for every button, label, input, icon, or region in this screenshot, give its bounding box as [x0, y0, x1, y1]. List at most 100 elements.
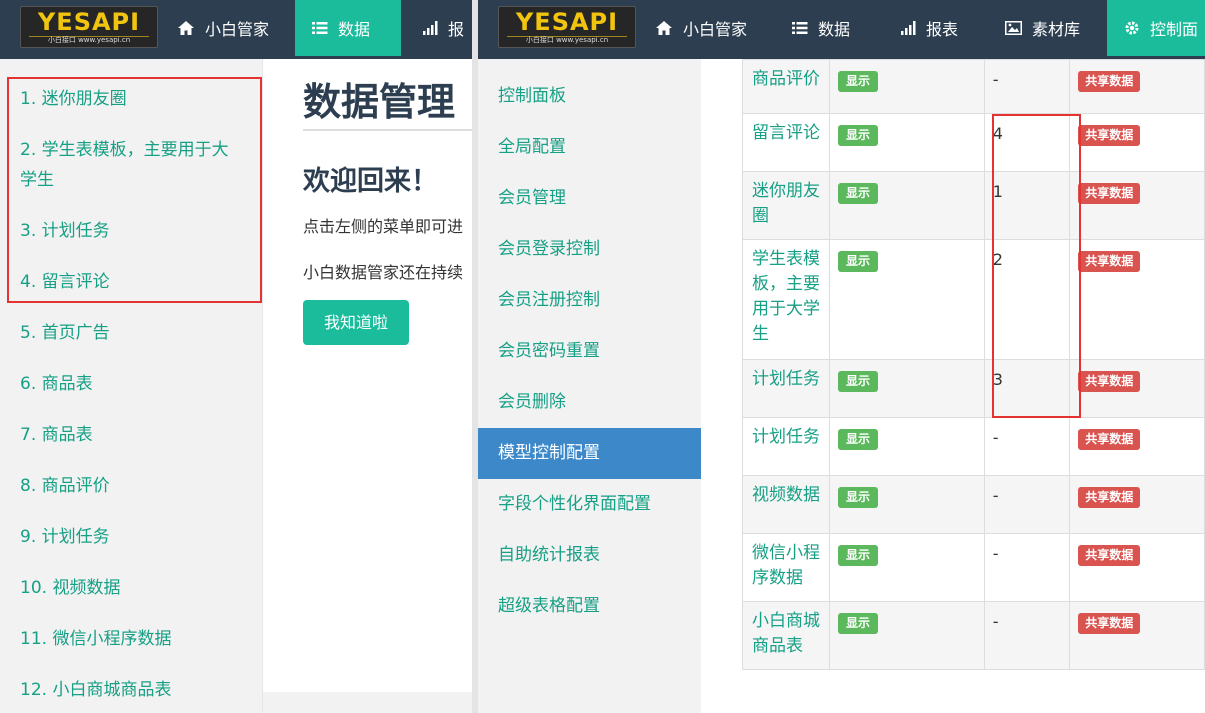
nav-data[interactable]: 数据 [295, 0, 401, 56]
nav-label: 小白管家 [683, 20, 748, 39]
sidebar-item[interactable]: 7. 商品表 [20, 420, 245, 450]
sidebar-item-password-reset[interactable]: 会员密码重置 [478, 326, 701, 377]
logo-subtext: 小白接口 www.yesapi.cn [525, 36, 609, 44]
nav-label: 素材库 [1032, 20, 1081, 39]
status-cell: 显示 [829, 59, 985, 114]
share-badge: 共享数据 [1078, 71, 1141, 92]
sidebar-item[interactable]: 8. 商品评价 [20, 471, 245, 501]
status-cell: 显示 [829, 171, 985, 240]
share-cell: 共享数据 [1069, 533, 1205, 602]
home-icon [178, 21, 194, 35]
nav-label: 报表 [926, 20, 959, 39]
table-row: 迷你朋友圈 显示 1 共享数据 [741, 171, 1205, 240]
status-badge: 显示 [838, 125, 879, 146]
sidebar-item[interactable]: 5. 首页广告 [20, 318, 245, 348]
footer [263, 692, 472, 713]
top-navbar: YESAPI 小白接口 www.yesapi.cn 小白管家 数据 报 [0, 0, 472, 59]
table-row: 计划任务 显示 3 共享数据 [741, 359, 1205, 418]
model-name-cell[interactable]: 留言评论 [741, 113, 831, 172]
list-icon [312, 22, 328, 34]
intro-text-1: 点击左侧的菜单即可进 [303, 217, 464, 236]
status-cell: 显示 [829, 601, 985, 670]
model-name-cell[interactable]: 计划任务 [741, 359, 831, 418]
status-badge: 显示 [838, 183, 879, 204]
sidebar-item[interactable]: 12. 小白商城商品表 [20, 675, 245, 705]
sidebar-item-super-table[interactable]: 超级表格配置 [478, 581, 701, 632]
status-cell: 显示 [829, 359, 985, 418]
title-divider [303, 129, 472, 131]
yesapi-logo[interactable]: YESAPI 小白接口 www.yesapi.cn [20, 6, 158, 48]
bar-chart-icon [901, 21, 916, 35]
model-name-cell[interactable]: 视频数据 [741, 475, 831, 534]
model-name-cell[interactable]: 商品评价 [741, 59, 831, 114]
image-icon [1005, 21, 1022, 35]
sidebar-item-member-manage[interactable]: 会员管理 [478, 173, 701, 224]
welcome-heading: 欢迎回来！ [303, 166, 438, 197]
sidebar-item[interactable]: 11. 微信小程序数据 [20, 624, 245, 654]
nav-report[interactable]: 报表 [883, 0, 975, 56]
share-cell: 共享数据 [1069, 239, 1205, 360]
order-cell: - [983, 533, 1071, 602]
gear-icon [1125, 21, 1139, 35]
nav-control-panel[interactable]: 控制面 [1107, 0, 1205, 56]
sidebar-item-model-config[interactable]: 模型控制配置 [478, 428, 701, 479]
highlight-box-order-column [992, 114, 1081, 418]
page-title: 数据管理 [303, 80, 456, 124]
table-row: 微信小程序数据 显示 - 共享数据 [741, 533, 1205, 602]
table-row: 商品评价 显示 - 共享数据 [741, 59, 1205, 114]
status-cell: 显示 [829, 475, 985, 534]
logo-subtext: 小白接口 www.yesapi.cn [47, 36, 131, 44]
sidebar-item[interactable]: 9. 计划任务 [20, 522, 245, 552]
sidebar-item-dashboard[interactable]: 控制面板 [478, 71, 701, 122]
nav-label: 小白管家 [205, 20, 270, 39]
share-cell: 共享数据 [1069, 113, 1205, 172]
nav-report[interactable]: 报 [405, 0, 472, 56]
status-cell: 显示 [829, 113, 985, 172]
sidebar-item-stats-report[interactable]: 自助统计报表 [478, 530, 701, 581]
logo-text: YESAPI [37, 8, 141, 36]
yesapi-logo[interactable]: YESAPI 小白接口 www.yesapi.cn [498, 6, 636, 48]
share-cell: 共享数据 [1069, 59, 1205, 114]
share-cell: 共享数据 [1069, 601, 1205, 670]
status-cell: 显示 [829, 533, 985, 602]
share-badge: 共享数据 [1078, 487, 1141, 508]
sidebar-item-field-ui-config[interactable]: 字段个性化界面配置 [478, 479, 701, 530]
table-row: 学生表模板，主要用于大学生 显示 2 共享数据 [741, 239, 1205, 360]
logo-text: YESAPI [515, 8, 619, 36]
model-config-table: 商品评价 显示 - 共享数据 留言评论 显示 4 共享数据 迷你朋友圈 显示 1… [741, 59, 1205, 670]
share-badge: 共享数据 [1078, 183, 1141, 204]
status-badge: 显示 [838, 251, 879, 272]
share-badge: 共享数据 [1078, 613, 1141, 634]
left-window: YESAPI 小白接口 www.yesapi.cn 小白管家 数据 报 1. 迷… [0, 0, 472, 713]
nav-data[interactable]: 数据 [775, 0, 867, 56]
nav-home[interactable]: 小白管家 [638, 0, 764, 56]
model-name-cell[interactable]: 小白商城商品表 [741, 601, 831, 670]
home-icon [656, 21, 672, 35]
model-name-cell[interactable]: 计划任务 [741, 417, 831, 476]
got-it-button[interactable]: 我知道啦 [303, 300, 409, 345]
bar-chart-icon [423, 21, 438, 35]
share-cell: 共享数据 [1069, 359, 1205, 418]
share-cell: 共享数据 [1069, 475, 1205, 534]
sidebar-item-login-control[interactable]: 会员登录控制 [478, 224, 701, 275]
model-name-cell[interactable]: 迷你朋友圈 [741, 171, 831, 240]
order-cell: - [983, 59, 1071, 114]
table-row: 视频数据 显示 - 共享数据 [741, 475, 1205, 534]
main-content: 数据管理 欢迎回来！ 点击左侧的菜单即可进 小白数据管家还在持续 我知道啦 [263, 59, 472, 713]
sidebar-item[interactable]: 10. 视频数据 [20, 573, 245, 603]
nav-label: 数据 [818, 20, 851, 39]
highlight-box-sidebar [7, 77, 262, 303]
model-name-cell[interactable]: 学生表模板，主要用于大学生 [741, 239, 831, 360]
sidebar-item[interactable]: 6. 商品表 [20, 369, 245, 399]
table-row: 计划任务 显示 - 共享数据 [741, 417, 1205, 476]
nav-assets[interactable]: 素材库 [988, 0, 1097, 56]
sidebar-item-global-config[interactable]: 全局配置 [478, 122, 701, 173]
model-name-cell[interactable]: 微信小程序数据 [741, 533, 831, 602]
table-row: 小白商城商品表 显示 - 共享数据 [741, 601, 1205, 670]
nav-home[interactable]: 小白管家 [160, 0, 286, 56]
status-cell: 显示 [829, 417, 985, 476]
sidebar-item-register-control[interactable]: 会员注册控制 [478, 275, 701, 326]
order-cell: - [983, 475, 1071, 534]
share-badge: 共享数据 [1078, 429, 1141, 450]
sidebar-item-member-delete[interactable]: 会员删除 [478, 377, 701, 428]
